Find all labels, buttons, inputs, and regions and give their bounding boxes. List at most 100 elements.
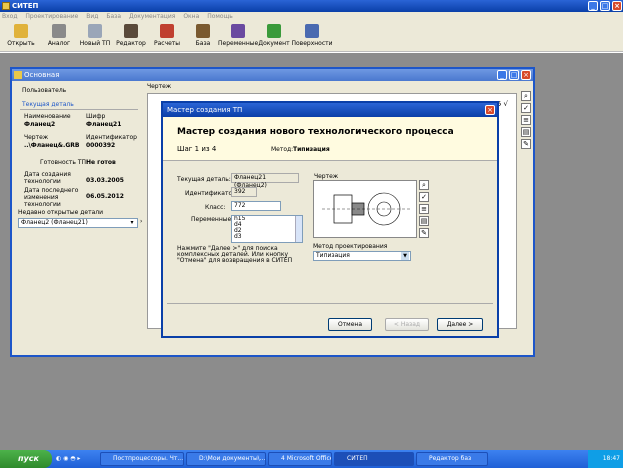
cipher-value: Фланец21 bbox=[86, 121, 122, 128]
current-part-label: Текущая деталь: bbox=[177, 176, 231, 183]
cipher-label: Шифр bbox=[86, 113, 106, 120]
calculations-button[interactable]: Расчеты bbox=[150, 24, 184, 50]
taskbar: пуск ◐ ◉ ◓ ▸ Постпроцессоры. Чт... D:\Мо… bbox=[0, 450, 623, 468]
next-button[interactable]: Далее > bbox=[437, 318, 483, 331]
menu-item-vhod[interactable]: Вход bbox=[2, 13, 18, 20]
flange-drawing bbox=[322, 192, 410, 226]
menu-item-proektirovanie[interactable]: Проектирование bbox=[25, 13, 78, 20]
list-item[interactable]: d3 bbox=[234, 234, 302, 240]
variables-listbox[interactable]: h15 d4 d2 d3 bbox=[231, 215, 303, 243]
menu-item-okna[interactable]: Окна bbox=[183, 13, 199, 20]
check-icon[interactable]: ✓ bbox=[521, 103, 531, 113]
drawing-label: Чертеж bbox=[314, 173, 339, 180]
print-icon[interactable]: ▤ bbox=[419, 216, 429, 226]
scrollbar[interactable] bbox=[295, 216, 302, 242]
close-icon[interactable]: × bbox=[485, 105, 495, 115]
zoom-icon[interactable]: ⌕ bbox=[521, 91, 531, 101]
menu-item-vid[interactable]: Вид bbox=[86, 13, 98, 20]
folder-open-icon bbox=[14, 24, 28, 38]
class-field[interactable]: 772 bbox=[231, 201, 281, 211]
drawing-value: ..\Фланец&.GRB bbox=[24, 142, 80, 149]
hint-text: Нажмите "Далее >" для поиска комплексных… bbox=[177, 245, 293, 264]
child-maximize-icon[interactable]: □ bbox=[509, 70, 519, 80]
design-method-label: Метод проектирования bbox=[313, 243, 388, 250]
window-icon bbox=[14, 71, 22, 79]
main-toolbar: Открыть Аналог Новый ТП Редактор Расчеты… bbox=[0, 22, 623, 52]
info-panel: Пользователь Текущая деталь Наименование… bbox=[14, 83, 144, 343]
wizard-step: Шаг 1 из 4 bbox=[177, 145, 217, 153]
surfaces-icon bbox=[305, 24, 319, 38]
name-value: Фланец2 bbox=[24, 121, 56, 128]
method-value: Типизация bbox=[293, 146, 330, 153]
wizard-dialog: Мастер создания ТП × Мастер создания нов… bbox=[161, 101, 499, 338]
preview-tools: ⌕ ✓ ≡ ▤ ✎ bbox=[419, 180, 431, 240]
check-icon[interactable]: ✓ bbox=[419, 192, 429, 202]
canvas-label: Чертеж bbox=[147, 83, 172, 90]
start-button[interactable]: пуск bbox=[0, 450, 52, 468]
new-tp-button[interactable]: Новый ТП bbox=[78, 24, 112, 50]
recent-parts-select[interactable]: Фланец2 (Фланец21) ▾ bbox=[18, 218, 138, 228]
chevron-down-icon: ▾ bbox=[130, 219, 134, 226]
divider bbox=[20, 109, 138, 110]
document-button[interactable]: Документ bbox=[256, 24, 292, 50]
child-minimize-icon[interactable]: _ bbox=[497, 70, 507, 80]
print-icon[interactable]: ▤ bbox=[521, 127, 531, 137]
readiness-label: Готовность ТП bbox=[40, 159, 87, 166]
variables-label: Переменные: bbox=[191, 216, 234, 223]
close-icon[interactable]: × bbox=[612, 1, 622, 11]
divider bbox=[167, 303, 493, 304]
identifier-label: Идентификатор bbox=[86, 134, 137, 141]
open-button[interactable]: Открыть bbox=[4, 24, 38, 50]
menu-item-pomoshch[interactable]: Помощь bbox=[207, 13, 233, 20]
current-part-field: Фланец21 (Фланец2) bbox=[231, 173, 299, 189]
drawing-preview bbox=[313, 180, 417, 238]
layers-icon[interactable]: ≡ bbox=[419, 204, 429, 214]
wizard-header: Мастер создания нового технологического … bbox=[163, 117, 497, 161]
editor-button[interactable]: Редактор bbox=[114, 24, 148, 50]
name-label: Наименование bbox=[24, 113, 71, 120]
wizard-heading: Мастер создания нового технологического … bbox=[177, 127, 454, 137]
database-button[interactable]: База bbox=[186, 24, 220, 50]
variables-button[interactable]: Переменные bbox=[218, 24, 258, 50]
child-close-icon[interactable]: × bbox=[521, 70, 531, 80]
modified-label: Дата последнего изменения технологии bbox=[24, 187, 79, 208]
taskbar-item[interactable]: Редактор баз bbox=[416, 452, 488, 466]
hammer-icon bbox=[52, 24, 66, 38]
drawing-label: Чертеж bbox=[24, 134, 49, 141]
app-icon bbox=[2, 2, 10, 10]
taskbar-item[interactable]: СИТЕП bbox=[334, 452, 414, 466]
main-window-title: Основная bbox=[24, 71, 60, 79]
recent-parts-label: Недавно открытые детали bbox=[18, 209, 103, 216]
pencil-icon[interactable]: ✎ bbox=[419, 228, 429, 238]
analog-button[interactable]: Аналог bbox=[42, 24, 76, 50]
editor-icon bbox=[124, 24, 138, 38]
identifier-value: 0000392 bbox=[86, 142, 116, 149]
menu-item-dokumentatsiya[interactable]: Документация bbox=[129, 13, 175, 20]
wizard-titlebar: Мастер создания ТП × bbox=[163, 103, 497, 117]
app-titlebar: СИТЕП _ □ × bbox=[0, 0, 623, 12]
maximize-icon[interactable]: □ bbox=[600, 1, 610, 11]
new-process-icon bbox=[88, 24, 102, 38]
modified-value: 06.05.2012 bbox=[86, 193, 124, 200]
layers-icon[interactable]: ≡ bbox=[521, 115, 531, 125]
taskbar-item[interactable]: 4 Microsoft Office ... bbox=[268, 452, 332, 466]
surfaces-button[interactable]: Поверхности bbox=[290, 24, 334, 50]
created-label: Дата создания технологии bbox=[24, 171, 71, 185]
menu-item-baza[interactable]: База bbox=[106, 13, 121, 20]
zoom-icon[interactable]: ⌕ bbox=[419, 180, 429, 190]
taskbar-item[interactable]: Постпроцессоры. Чт... bbox=[100, 452, 184, 466]
back-button[interactable]: < Назад bbox=[385, 318, 429, 331]
cancel-button[interactable]: Отмена bbox=[328, 318, 372, 331]
class-label: Класс: bbox=[205, 204, 226, 211]
quick-launch-icons[interactable]: ◐ ◉ ◓ ▸ bbox=[56, 455, 80, 462]
wizard-title: Мастер создания ТП bbox=[167, 106, 243, 114]
created-value: 03.03.2005 bbox=[86, 177, 124, 184]
pencil-icon[interactable]: ✎ bbox=[521, 139, 531, 149]
taskbar-item[interactable]: D:\Мои документы\... bbox=[186, 452, 266, 466]
design-method-select[interactable]: Типизация ▼ bbox=[313, 251, 411, 261]
method-label: Метод: bbox=[271, 146, 294, 153]
chevron-right-icon[interactable]: › bbox=[140, 218, 142, 225]
side-toolbar: ⌕ ✓ ≡ ▤ ✎ bbox=[521, 91, 533, 151]
minimize-icon[interactable]: _ bbox=[588, 1, 598, 11]
menu-bar: Вход Проектирование Вид База Документаци… bbox=[0, 12, 623, 22]
